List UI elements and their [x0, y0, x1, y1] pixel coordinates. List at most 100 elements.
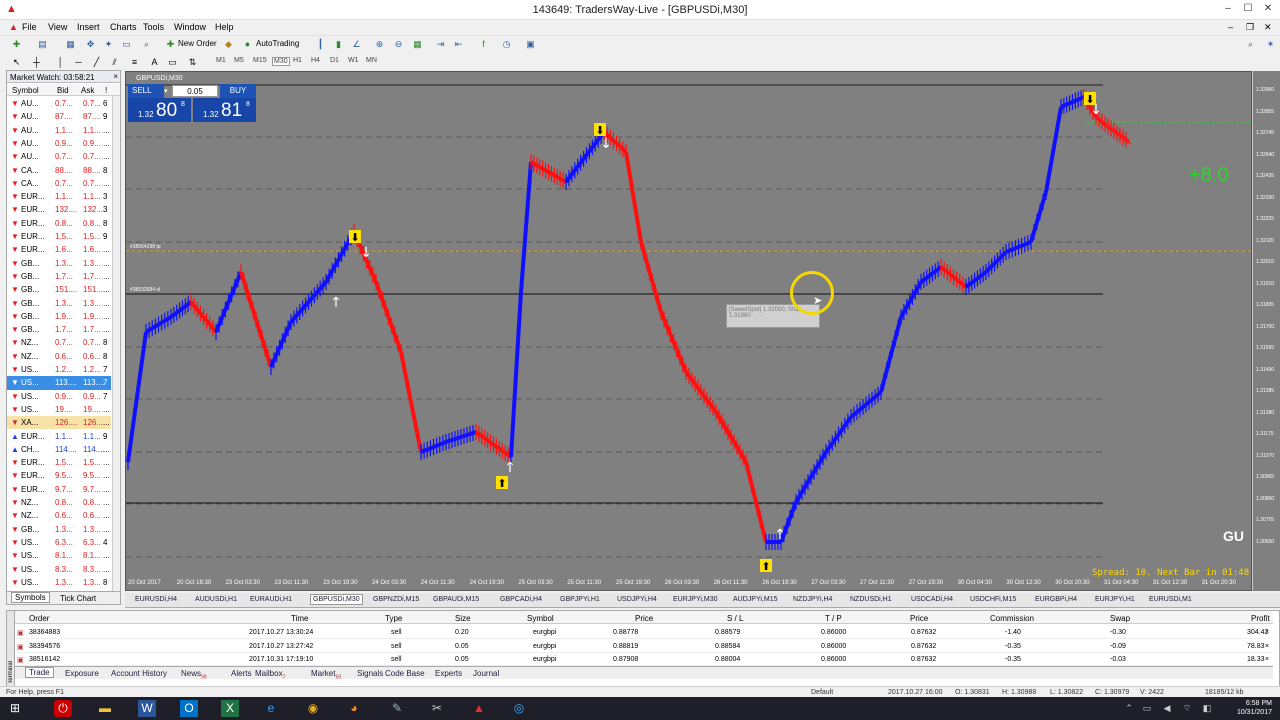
- close-order-icon[interactable]: ×: [1265, 629, 1269, 636]
- terminal-tab[interactable]: Code Base: [385, 669, 425, 678]
- terminal-column-header[interactable]: Time: [291, 614, 308, 623]
- market-watch-row[interactable]: ▼ US... 6.3... 6.3... 4: [7, 536, 111, 549]
- menu-help[interactable]: Help: [215, 22, 234, 32]
- timeframe-d1[interactable]: D1: [330, 57, 339, 64]
- tab-symbols[interactable]: Symbols: [11, 592, 50, 603]
- tab-tick-chart[interactable]: Tick Chart: [57, 594, 99, 603]
- trendline-icon[interactable]: ╱: [90, 56, 103, 68]
- metaeditor-icon[interactable]: ◆: [222, 38, 235, 50]
- market-watch-row[interactable]: ▲ EUR... 1.1... 1.1... 9: [7, 430, 111, 443]
- sell-quote[interactable]: 1.32 80 8: [128, 98, 191, 122]
- channel-icon[interactable]: ⫽: [108, 56, 121, 68]
- profiles-icon[interactable]: ▤: [36, 38, 49, 50]
- market-watch-row[interactable]: ▼ US... 19.... 19.......: [7, 403, 111, 416]
- market-watch-row[interactable]: ▼ US... 0.9... 0.9... 7: [7, 390, 111, 403]
- mdi-minimize-button[interactable]: –: [1228, 22, 1233, 32]
- periods-icon[interactable]: ◷: [500, 38, 513, 50]
- power-app-icon[interactable]: ⏻: [54, 700, 72, 717]
- menu-window[interactable]: Window: [174, 22, 206, 32]
- tray-volume-icon[interactable]: ◀: [1158, 700, 1176, 717]
- order-row[interactable]: ▣ 38516142 2017.10.31 17:19:10 sell 0.05 eurg…: [15, 653, 1273, 666]
- timeframe-w1[interactable]: W1: [348, 57, 359, 64]
- arrows-tool-icon[interactable]: ⇅: [186, 56, 199, 68]
- market-watch-row[interactable]: ▼ US... 1.3... 1.3... 8: [7, 576, 111, 589]
- market-watch-scrollbar[interactable]: [112, 96, 120, 604]
- terminal-column-header[interactable]: Profit: [1251, 614, 1270, 623]
- chart-tab[interactable]: NZDUSDi,H1: [850, 596, 892, 603]
- market-watch-row[interactable]: ▼ XA... 126.... 126.......: [7, 416, 111, 430]
- line-chart-icon[interactable]: ∠: [350, 38, 363, 50]
- market-watch-row[interactable]: ▼ US... 1.2... 1.2... 7: [7, 363, 111, 376]
- market-watch-toggle-icon[interactable]: ▦: [64, 38, 77, 50]
- bar-chart-icon[interactable]: ┃: [314, 38, 327, 50]
- market-watch-row[interactable]: ▼ GB... 151.... 151.......: [7, 283, 111, 296]
- sell-button[interactable]: SELL: [128, 84, 164, 98]
- auto-trading-button[interactable]: AutoTrading: [256, 39, 299, 48]
- menu-file[interactable]: File: [22, 22, 37, 32]
- app-icon[interactable]: ✎: [388, 700, 406, 717]
- chart-tab[interactable]: AUDUSDi,H1: [195, 596, 237, 603]
- market-watch-row[interactable]: ▼ AU... 87.... 87.... 9: [7, 110, 111, 123]
- lot-size-input[interactable]: 0.05: [172, 85, 218, 97]
- menu-insert[interactable]: Insert: [77, 22, 100, 32]
- fibonacci-icon[interactable]: ≡: [128, 56, 141, 68]
- terminal-column-header[interactable]: Type: [385, 614, 402, 623]
- terminal-column-header[interactable]: Price: [910, 614, 928, 623]
- file-explorer-icon[interactable]: ▬: [96, 700, 114, 717]
- market-watch-row[interactable]: ▼ AU... 0.7... 0.7......: [7, 150, 111, 163]
- market-watch-row[interactable]: ▼ EUR... 1.5... 1.5......: [7, 456, 111, 469]
- chart-tab[interactable]: EURUSDi,H4: [135, 596, 177, 603]
- market-watch-row[interactable]: ▼ NZ... 0.8... 0.8......: [7, 496, 111, 509]
- chrome-icon[interactable]: ◉: [304, 700, 322, 717]
- timeframe-h4[interactable]: H4: [311, 57, 320, 64]
- status-profile[interactable]: Default: [811, 689, 833, 696]
- chart-tab[interactable]: EURJPYi,M30: [673, 596, 717, 603]
- candlestick-icon[interactable]: ▮: [332, 38, 345, 50]
- market-watch-row[interactable]: ▼ NZ... 0.6... 0.6... 8: [7, 350, 111, 363]
- timeframe-mn[interactable]: MN: [366, 57, 377, 64]
- terminal-tab[interactable]: Exposure: [65, 669, 99, 678]
- market-watch-row[interactable]: ▼ EUR... 1.6... 1.6......: [7, 243, 111, 256]
- buy-button[interactable]: BUY: [220, 84, 256, 98]
- chart-tab[interactable]: GBPNZDi,M15: [373, 596, 419, 603]
- market-watch-row[interactable]: ▼ EUR... 9.7... 9.7......: [7, 483, 111, 496]
- terminal-column-header[interactable]: S / L: [727, 614, 743, 623]
- mdi-close-button[interactable]: ✕: [1264, 22, 1272, 33]
- navigator-icon[interactable]: ✦: [102, 38, 115, 50]
- order-row[interactable]: ▣ 38394576 2017.10.27 13:27:42 sell 0.05 eurg…: [15, 640, 1273, 653]
- market-watch-row[interactable]: ▼ GB... 1.3... 1.3......: [7, 297, 111, 310]
- timeframe-m5[interactable]: M5: [234, 57, 244, 64]
- market-watch-row[interactable]: ▼ NZ... 0.7... 0.7... 8: [7, 336, 111, 349]
- order-row[interactable]: ▣ 38364883 2017.10.27 13:30:24 sell 0.20 eurg…: [15, 626, 1273, 639]
- minimize-button[interactable]: –: [1218, 3, 1238, 14]
- chart-tab[interactable]: GBPUSDi,M30: [310, 594, 363, 605]
- menu-view[interactable]: View: [48, 22, 67, 32]
- new-order-button[interactable]: New Order: [178, 39, 217, 48]
- chart-tab[interactable]: USDCADi,H4: [911, 596, 953, 603]
- market-watch-row[interactable]: ▼ AU... 0.9... 0.9......: [7, 137, 111, 150]
- terminal-tab[interactable]: Account History: [111, 669, 167, 678]
- terminal-tab[interactable]: Alerts: [231, 669, 251, 678]
- market-watch-row[interactable]: ▼ EUR... 1.5... 1.5... 9: [7, 230, 111, 243]
- indicators-icon[interactable]: f: [477, 38, 490, 50]
- chart-tab[interactable]: EURAUDi,H1: [250, 596, 292, 603]
- column-spread[interactable]: !: [105, 86, 107, 95]
- market-watch-row[interactable]: ▼ NZ... 0.6... 0.6......: [7, 509, 111, 522]
- chart-tab[interactable]: GBPAUDi,M15: [433, 596, 479, 603]
- chart-tab[interactable]: EURGBPi,H4: [1035, 596, 1077, 603]
- word-icon[interactable]: W: [138, 700, 156, 717]
- terminal-tab[interactable]: Mailbox7: [255, 669, 285, 681]
- tray-wifi-icon[interactable]: ⌔: [1178, 700, 1196, 717]
- market-watch-row[interactable]: ▼ EUR... 1.1... 1.1... 3: [7, 190, 111, 203]
- terminal-column-header[interactable]: Size: [455, 614, 471, 623]
- menu-charts[interactable]: Charts: [110, 22, 137, 32]
- metatrader-icon[interactable]: ▲: [470, 700, 488, 717]
- maximize-button[interactable]: ☐: [1238, 3, 1258, 14]
- label-tool-icon[interactable]: ▭: [166, 56, 179, 68]
- market-watch-row[interactable]: ▼ EUR... 132.... 132.... 3: [7, 203, 111, 216]
- lot-stepper-icon[interactable]: ▴: [214, 87, 218, 95]
- horizontal-line-icon[interactable]: ─: [72, 56, 85, 68]
- tool-icon[interactable]: ✂: [428, 700, 446, 717]
- terminal-tab[interactable]: News99: [181, 669, 207, 681]
- market-watch-row[interactable]: ▼ AU... 1.1... 1.1......: [7, 124, 111, 137]
